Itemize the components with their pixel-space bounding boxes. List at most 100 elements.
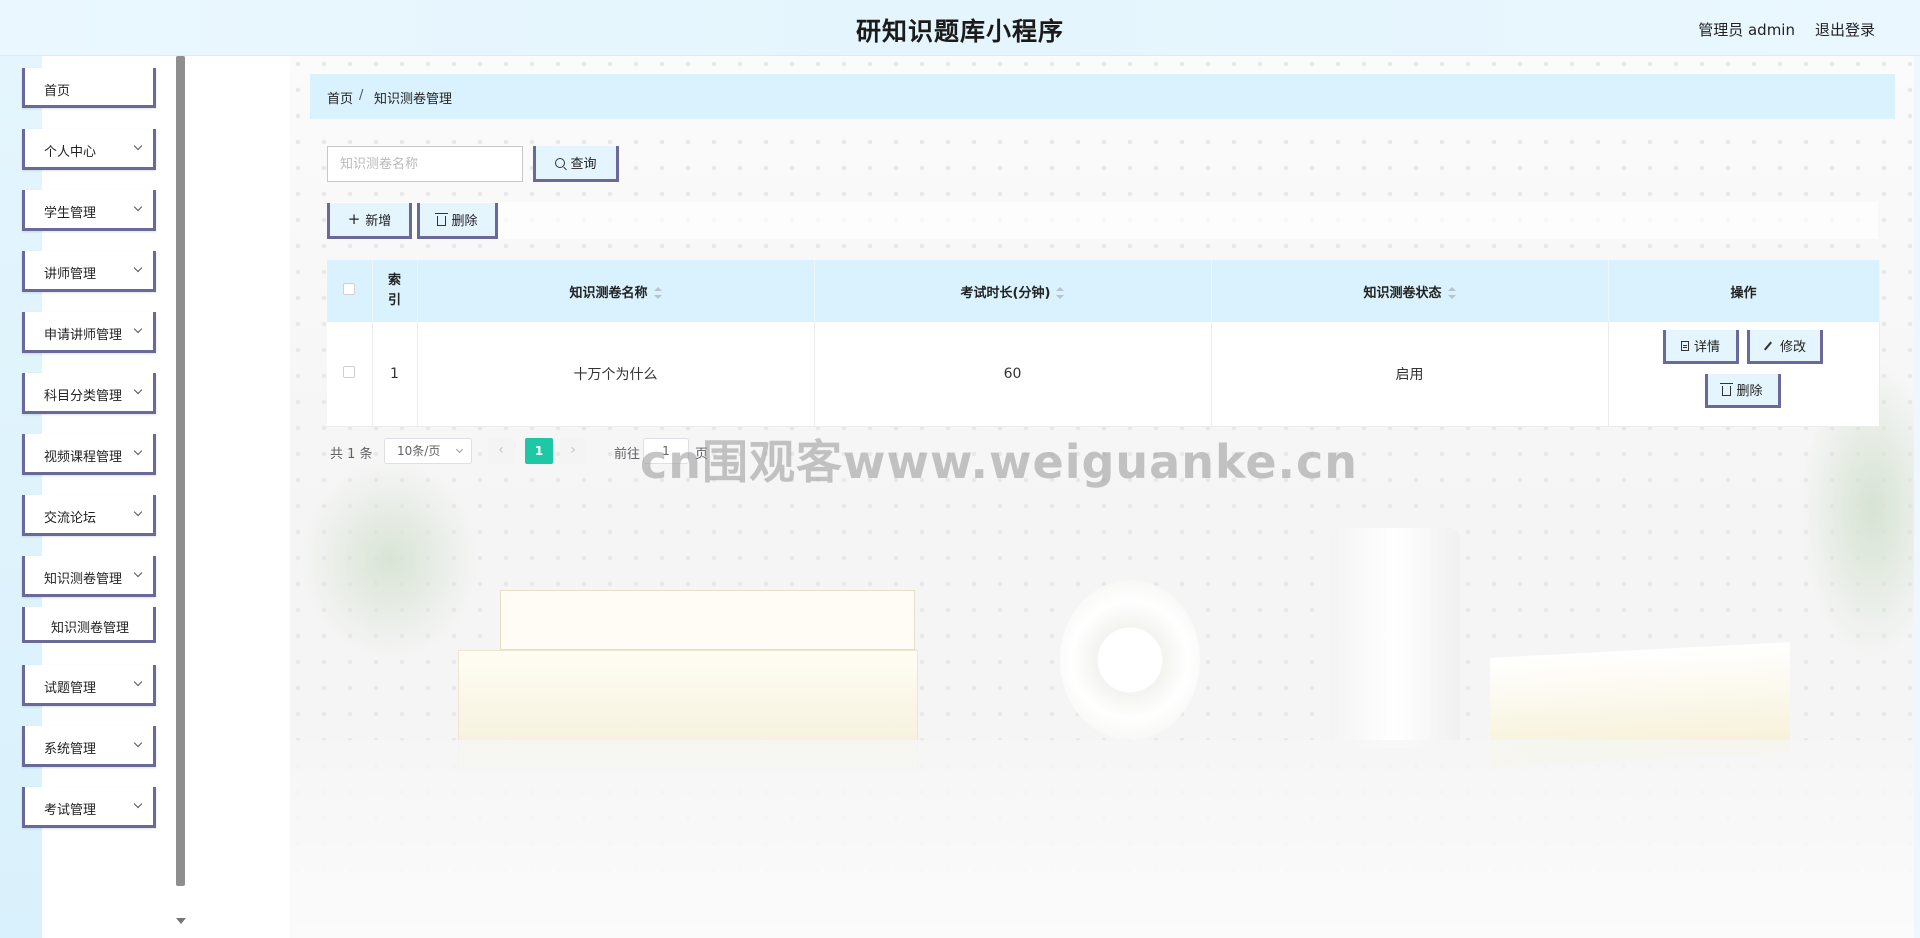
document-icon (1680, 340, 1689, 351)
column-header-label: 知识测卷状态 (1363, 285, 1442, 301)
column-header-duration[interactable]: 考试时长(分钟) (814, 260, 1212, 322)
chevron-down-icon (133, 202, 143, 212)
decorative-plant-left (300, 460, 480, 660)
sidebar-item-label: 考试管理 (44, 803, 97, 818)
sidebar-item-label: 科目分类管理 (44, 389, 123, 404)
column-header-name[interactable]: 知识测卷名称 (417, 260, 815, 322)
logout-link[interactable]: 退出登录 (1815, 19, 1875, 40)
goto-label: 前往 (614, 447, 641, 462)
row-delete-button-label: 删除 (1736, 384, 1763, 399)
sidebar-item-video-courses[interactable]: 视频课程管理 (22, 434, 156, 475)
table-row: 1 十万个为什么 60 启用 详情 修改 删除 (327, 322, 1880, 427)
column-header-status[interactable]: 知识测卷状态 (1211, 260, 1609, 322)
sidebar-item-system[interactable]: 系统管理 (22, 726, 156, 767)
sidebar-item-questions[interactable]: 试题管理 (22, 665, 156, 706)
sidebar-item-exams[interactable]: 考试管理 (22, 787, 156, 828)
column-header-label: 考试时长(分钟) (960, 285, 1051, 301)
table-header-row: 索引 知识测卷名称 考试时长(分钟) 知识测卷状态 操作 (327, 260, 1880, 322)
page-size-select[interactable]: 10条/页 (384, 438, 472, 464)
sidebar-item-label: 首页 (44, 84, 71, 99)
prev-page-button[interactable]: ‹ (488, 438, 514, 464)
sidebar-menu: 首页 个人中心 学生管理 讲师管理 申请讲师管理 科目分类管理 视频课程管理 交… (22, 68, 157, 848)
chevron-down-icon (133, 799, 143, 809)
chevron-down-icon (133, 324, 143, 334)
app-title: 研知识题库小程序 (855, 17, 1064, 46)
watermark-text: cn围观客www.weiguanke.cn (640, 435, 1359, 489)
row-duration: 60 (814, 322, 1212, 427)
edit-button-label: 修改 (1779, 340, 1806, 355)
add-button[interactable]: + 新增 (327, 203, 412, 239)
row-delete-button[interactable]: 删除 (1704, 374, 1781, 408)
row-select-cell (327, 322, 373, 427)
sidebar-item-label: 知识测卷管理 (44, 572, 123, 587)
sidebar-item-subject-categories[interactable]: 科目分类管理 (22, 373, 156, 414)
column-header-index: 索引 (372, 260, 418, 322)
trash-icon (435, 212, 449, 226)
sidebar-item-label: 视频课程管理 (44, 450, 123, 465)
sidebar-item-label: 申请讲师管理 (44, 328, 123, 343)
row-actions: 详情 修改 删除 (1608, 322, 1880, 427)
sidebar-item-teacher-applications[interactable]: 申请讲师管理 (22, 312, 156, 353)
search-input[interactable] (327, 146, 523, 182)
chevron-down-icon (133, 568, 143, 578)
detail-button[interactable]: 详情 (1662, 330, 1739, 364)
column-header-label: 知识测卷名称 (569, 285, 648, 301)
sidebar-subitem-label: 知识测卷管理 (51, 621, 130, 636)
sidebar-item-label: 学生管理 (44, 206, 97, 221)
edit-button[interactable]: 修改 (1746, 330, 1823, 364)
pagination-total: 共 1 条 (330, 447, 373, 462)
sidebar: 首页 个人中心 学生管理 讲师管理 申请讲师管理 科目分类管理 视频课程管理 交… (0, 56, 190, 938)
sort-icon[interactable] (1447, 287, 1456, 299)
sidebar-item-label: 试题管理 (44, 681, 97, 696)
decorative-tape-roll (1060, 580, 1200, 740)
sort-icon[interactable] (1056, 287, 1065, 299)
chevron-down-icon (133, 507, 143, 517)
sidebar-item-profile[interactable]: 个人中心 (22, 129, 156, 170)
current-user: 管理员 admin (1698, 21, 1795, 39)
sidebar-item-students[interactable]: 学生管理 (22, 190, 156, 231)
row-status: 启用 (1211, 322, 1609, 427)
sidebar-subitem-knowledge-test-management[interactable]: 知识测卷管理 (22, 607, 156, 643)
breadcrumb-home[interactable]: 首页 (327, 88, 353, 107)
chevron-down-icon (455, 445, 464, 454)
row-index: 1 (372, 322, 418, 427)
chevron-down-icon (133, 446, 143, 456)
page-number-current[interactable]: 1 (525, 438, 553, 464)
bulk-delete-button[interactable]: 删除 (417, 203, 498, 239)
chevron-down-icon (133, 263, 143, 273)
sidebar-item-teachers[interactable]: 讲师管理 (22, 251, 156, 292)
page-size-value: 10条/页 (397, 444, 441, 458)
decorative-floor (290, 740, 1920, 938)
decorative-cylinder (1330, 528, 1460, 748)
select-all-checkbox[interactable] (343, 283, 356, 295)
sidebar-item-forum[interactable]: 交流论坛 (22, 495, 156, 536)
add-button-label: 新增 (365, 214, 392, 229)
sidebar-scrollbar[interactable] (176, 56, 185, 886)
breadcrumb-separator: / (359, 88, 364, 103)
trash-icon (1720, 382, 1734, 396)
column-header-label: 索引 (387, 273, 401, 308)
chevron-down-icon (133, 677, 143, 687)
plus-icon: + (347, 210, 361, 228)
breadcrumb: 首页 / 知识测卷管理 (310, 74, 1895, 119)
column-header-label: 操作 (1730, 285, 1757, 301)
sort-icon[interactable] (653, 287, 662, 299)
sidebar-item-label: 系统管理 (44, 742, 97, 757)
decorative-box-top (500, 590, 915, 650)
right-edge-strip (1914, 56, 1920, 938)
search-icon (555, 157, 566, 168)
sidebar-item-home[interactable]: 首页 (22, 68, 156, 108)
data-table: 索引 知识测卷名称 考试时长(分钟) 知识测卷状态 操作 1 十万个为什么 60… (327, 260, 1880, 427)
chevron-down-icon (133, 385, 143, 395)
bulk-delete-button-label: 删除 (451, 214, 478, 229)
row-checkbox[interactable] (343, 365, 356, 378)
search-button-label: 查询 (570, 157, 597, 172)
chevron-down-icon (133, 738, 143, 748)
select-all-cell (327, 260, 373, 322)
sidebar-item-knowledge-tests[interactable]: 知识测卷管理 (22, 556, 156, 597)
sidebar-item-label: 讲师管理 (44, 267, 97, 282)
chevron-down-icon (133, 141, 143, 151)
scroll-down-arrow-icon[interactable] (176, 918, 186, 924)
search-button[interactable]: 查询 (533, 146, 619, 182)
next-page-button[interactable]: › (560, 438, 586, 464)
